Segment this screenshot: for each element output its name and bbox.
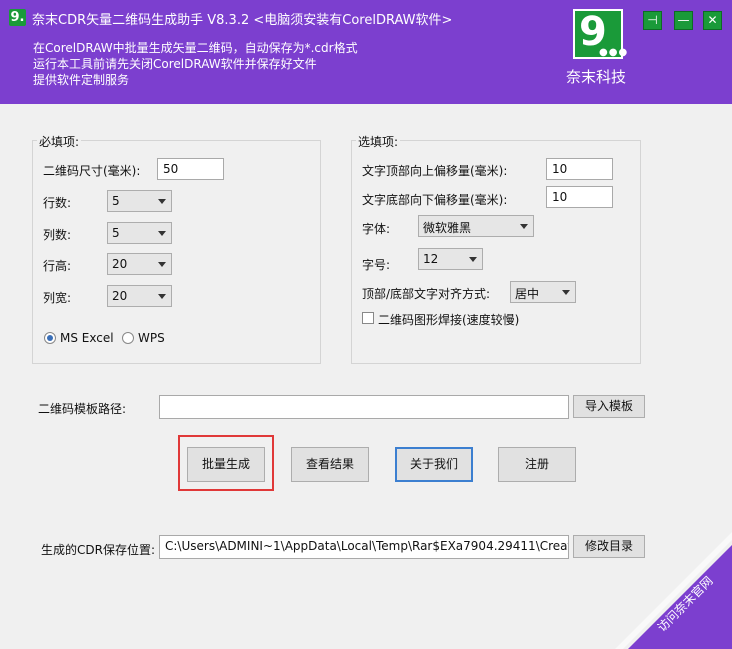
font-value: 微软雅黑: [423, 221, 472, 235]
weld-checkbox[interactable]: [362, 312, 374, 324]
about-us-button[interactable]: 关于我们: [395, 447, 473, 482]
col-width-label: 列宽:: [43, 291, 72, 305]
size-label: 字号:: [362, 258, 391, 272]
size-value: 12: [423, 252, 439, 266]
top-offset-label: 文字顶部向上偏移量(毫米):: [362, 164, 508, 178]
font-select[interactable]: 微软雅黑: [418, 215, 534, 237]
rows-select[interactable]: 5: [107, 190, 172, 212]
description-line: 提供软件定制服务: [33, 73, 130, 87]
top-offset-input[interactable]: 10: [546, 158, 613, 180]
col-width-value: 20: [112, 289, 128, 303]
row-height-select[interactable]: 20: [107, 253, 172, 275]
company-logo[interactable]: 9 ●●●: [573, 9, 627, 59]
logo-dots-icon: ●●●: [599, 47, 629, 58]
chevron-down-icon: [158, 262, 166, 267]
view-results-button[interactable]: 查看结果: [291, 447, 369, 482]
description-line: 在CorelDRAW中批量生成矢量二维码，自动保存为*.cdr格式: [33, 41, 358, 55]
window-title: 奈末CDR矢量二维码生成助手 V8.3.2 <电脑须安装有CorelDRAW软件…: [32, 13, 453, 28]
chevron-down-icon: [158, 199, 166, 204]
col-width-select[interactable]: 20: [107, 285, 172, 307]
font-label: 字体:: [362, 222, 391, 236]
register-button[interactable]: 注册: [498, 447, 576, 482]
cols-value: 5: [112, 226, 120, 240]
wps-radio-label[interactable]: WPS: [138, 331, 165, 345]
size-select[interactable]: 12: [418, 248, 483, 270]
pin-icon: ⊣: [647, 13, 658, 27]
chevron-down-icon: [520, 224, 528, 229]
align-value: 居中: [515, 287, 540, 301]
app-icon: 9.: [9, 9, 26, 26]
close-icon: ✕: [707, 13, 718, 27]
minimize-icon: —: [677, 13, 690, 27]
corner-ribbon-shape: [628, 545, 732, 649]
import-template-button[interactable]: 导入模板: [573, 395, 645, 418]
rows-label: 行数:: [43, 196, 72, 210]
template-path-input[interactable]: [159, 395, 569, 419]
qr-size-input[interactable]: 50: [157, 158, 224, 180]
chevron-down-icon: [562, 290, 570, 295]
excel-radio[interactable]: [44, 332, 56, 344]
align-select[interactable]: 居中: [510, 281, 576, 303]
chevron-down-icon: [158, 231, 166, 236]
row-height-value: 20: [112, 257, 128, 271]
qr-size-label: 二维码尺寸(毫米):: [43, 164, 141, 178]
cols-select[interactable]: 5: [107, 222, 172, 244]
minimize-button[interactable]: —: [674, 11, 693, 30]
description-line: 运行本工具前请先关闭CorelDRAW软件并保存好文件: [33, 57, 317, 71]
corner-ribbon-text[interactable]: 访问奈末官网: [654, 573, 716, 635]
close-button[interactable]: ✕: [703, 11, 722, 30]
chevron-down-icon: [158, 294, 166, 299]
save-location-input[interactable]: C:\Users\ADMINI~1\AppData\Local\Temp\Rar…: [159, 535, 569, 559]
rows-value: 5: [112, 194, 120, 208]
bottom-offset-label: 文字底部向下偏移量(毫米):: [362, 193, 508, 207]
template-path-label: 二维码模板路径:: [38, 402, 127, 416]
company-name: 奈末科技: [566, 68, 627, 86]
description: 在CorelDRAW中批量生成矢量二维码，自动保存为*.cdr格式 运行本工具前…: [33, 40, 358, 88]
excel-radio-label[interactable]: MS Excel: [60, 331, 114, 345]
pin-button[interactable]: ⊣: [643, 11, 662, 30]
chevron-down-icon: [469, 257, 477, 262]
row-height-label: 行高:: [43, 259, 72, 273]
optional-group-title: 选填项:: [356, 133, 401, 150]
wps-radio[interactable]: [122, 332, 134, 344]
save-location-label: 生成的CDR保存位置:: [41, 543, 156, 557]
align-label: 顶部/底部文字对齐方式:: [362, 287, 491, 301]
app-header: 9. 奈末CDR矢量二维码生成助手 V8.3.2 <电脑须安装有CorelDRA…: [0, 0, 732, 104]
weld-checkbox-label[interactable]: 二维码图形焊接(速度较慢): [378, 311, 519, 328]
bottom-offset-input[interactable]: 10: [546, 186, 613, 208]
change-directory-button[interactable]: 修改目录: [573, 535, 645, 558]
cols-label: 列数:: [43, 228, 72, 242]
batch-generate-button[interactable]: 批量生成: [187, 447, 265, 482]
required-group-title: 必填项:: [37, 133, 82, 150]
